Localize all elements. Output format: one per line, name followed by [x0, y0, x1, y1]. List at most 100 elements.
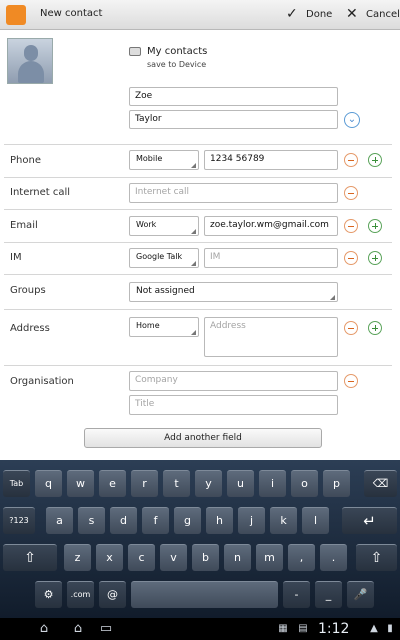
internet-call-field[interactable]: Internet call [129, 183, 338, 203]
first-name-field[interactable]: Zoe [129, 87, 338, 106]
key-at[interactable]: @ [99, 581, 126, 608]
key-s[interactable]: s [78, 507, 105, 534]
groups-label: Groups [10, 285, 46, 296]
home-icon[interactable]: ⌂ [66, 620, 90, 638]
key-q[interactable]: q [35, 470, 62, 497]
remove-address-icon[interactable] [344, 321, 358, 335]
key-b[interactable]: b [192, 544, 219, 571]
key-a[interactable]: a [46, 507, 73, 534]
key-symbols[interactable]: ?123 [3, 507, 35, 534]
key-r[interactable]: r [131, 470, 158, 497]
person-head-icon [24, 45, 38, 61]
space-key[interactable] [131, 581, 278, 608]
contact-photo-button[interactable] [7, 38, 53, 84]
usb-icon: ▦ [278, 623, 288, 634]
phone-type-value: Mobile [136, 154, 163, 163]
key-x[interactable]: x [96, 544, 123, 571]
key-tab[interactable]: Tab [3, 470, 30, 497]
key-e[interactable]: e [99, 470, 126, 497]
account-name: My contacts [147, 46, 208, 57]
phone-type-select[interactable]: Mobile [129, 150, 199, 170]
key-dotcom[interactable]: .com [67, 581, 94, 608]
divider [4, 177, 392, 178]
remove-phone-icon[interactable] [344, 153, 358, 167]
contacts-app-icon [6, 5, 26, 25]
shift-key-right[interactable]: ⇧ [356, 544, 397, 571]
key-u[interactable]: u [227, 470, 254, 497]
key-d[interactable]: d [110, 507, 137, 534]
key-y[interactable]: y [195, 470, 222, 497]
key-z[interactable]: z [64, 544, 91, 571]
key-hyphen[interactable]: - [283, 581, 310, 608]
action-bar: New contact ✓ Done ✕ Cancel [0, 0, 400, 30]
address-type-select[interactable]: Home [129, 317, 199, 337]
remove-organisation-icon[interactable] [344, 374, 358, 388]
download-icon: ▤ [298, 623, 308, 634]
cancel-button[interactable]: ✕ Cancel [346, 6, 400, 24]
divider [4, 365, 392, 366]
internet-call-label: Internet call [10, 187, 71, 198]
organisation-label: Organisation [10, 376, 74, 387]
groups-select[interactable]: Not assigned [129, 282, 338, 302]
back-icon[interactable]: ⌂ [34, 620, 54, 638]
cancel-label: Cancel [366, 9, 400, 20]
add-another-field-button[interactable]: Add another field [84, 428, 322, 448]
key-g[interactable]: g [174, 507, 201, 534]
add-phone-icon[interactable] [368, 153, 382, 167]
address-type-value: Home [136, 321, 160, 330]
close-icon: ✕ [346, 6, 358, 22]
key-underscore[interactable]: _ [315, 581, 342, 608]
key-h[interactable]: h [206, 507, 233, 534]
add-address-icon[interactable] [368, 321, 382, 335]
key-m[interactable]: m [256, 544, 283, 571]
email-field[interactable]: zoe.taylor.wm@gmail.com [204, 216, 338, 236]
phone-number-field[interactable]: 1234 56789 [204, 150, 338, 170]
key-v[interactable]: v [160, 544, 187, 571]
key-n[interactable]: n [224, 544, 251, 571]
divider [4, 209, 392, 210]
im-field[interactable]: IM [204, 248, 338, 268]
key-comma[interactable]: , [288, 544, 315, 571]
add-email-icon[interactable] [368, 219, 382, 233]
done-label: Done [306, 9, 333, 20]
key-w[interactable]: w [67, 470, 94, 497]
last-name-field[interactable]: Taylor [129, 110, 338, 129]
im-type-select[interactable]: Google Talk [129, 248, 199, 268]
email-type-select[interactable]: Work [129, 216, 199, 236]
key-f[interactable]: f [142, 507, 169, 534]
voice-input-key[interactable]: 🎤 [347, 581, 374, 608]
backspace-key[interactable]: ⌫ [364, 470, 397, 497]
done-button[interactable]: ✓ Done [286, 6, 332, 24]
shift-key-left[interactable]: ⇧ [3, 544, 57, 571]
key-o[interactable]: o [291, 470, 318, 497]
divider [4, 309, 392, 310]
company-field[interactable]: Company [129, 371, 338, 391]
key-j[interactable]: j [238, 507, 265, 534]
remove-email-icon[interactable] [344, 219, 358, 233]
groups-value: Not assigned [136, 286, 195, 296]
im-type-value: Google Talk [136, 252, 183, 261]
account-subtitle: save to Device [147, 60, 207, 69]
battery-icon: ▮ [387, 623, 393, 634]
expand-name-icon[interactable]: ⌄ [344, 112, 360, 128]
key-c[interactable]: c [128, 544, 155, 571]
recent-apps-icon[interactable]: ▭ [96, 620, 116, 638]
contact-editor-screen: New contact ✓ Done ✕ Cancel My contacts … [0, 0, 400, 640]
key-period[interactable]: . [320, 544, 347, 571]
email-label: Email [10, 220, 38, 231]
address-field[interactable]: Address [204, 317, 338, 357]
signal-icon: ▲ [370, 623, 378, 634]
key-t[interactable]: t [163, 470, 190, 497]
settings-key[interactable]: ⚙ [35, 581, 62, 608]
add-im-icon[interactable] [368, 251, 382, 265]
key-i[interactable]: i [259, 470, 286, 497]
address-label: Address [10, 323, 50, 334]
job-title-field[interactable]: Title [129, 395, 338, 415]
enter-key[interactable]: ↵ [342, 507, 397, 534]
remove-im-icon[interactable] [344, 251, 358, 265]
person-silhouette-icon [18, 61, 44, 83]
key-p[interactable]: p [323, 470, 350, 497]
remove-internet-call-icon[interactable] [344, 186, 358, 200]
key-l[interactable]: l [302, 507, 329, 534]
key-k[interactable]: k [270, 507, 297, 534]
